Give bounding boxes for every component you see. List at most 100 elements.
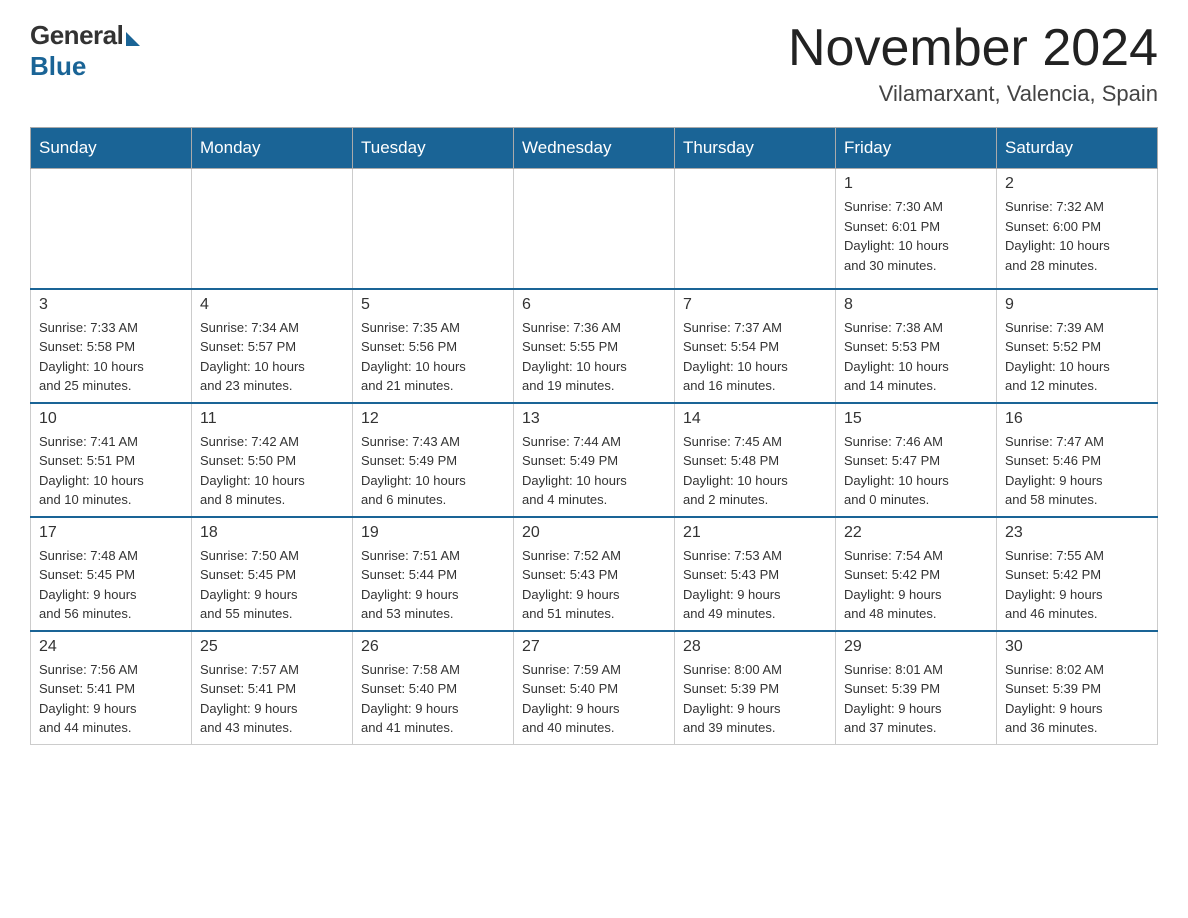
day-info: Sunrise: 7:43 AM Sunset: 5:49 PM Dayligh…	[361, 432, 505, 510]
calendar-cell	[31, 169, 192, 289]
calendar-cell: 5Sunrise: 7:35 AM Sunset: 5:56 PM Daylig…	[353, 289, 514, 403]
day-info: Sunrise: 7:36 AM Sunset: 5:55 PM Dayligh…	[522, 318, 666, 396]
day-info: Sunrise: 7:38 AM Sunset: 5:53 PM Dayligh…	[844, 318, 988, 396]
day-number: 22	[844, 524, 988, 542]
day-number: 11	[200, 410, 344, 428]
logo-general-text: General	[30, 20, 123, 51]
page-header: General Blue November 2024 Vilamarxant, …	[30, 20, 1158, 107]
day-info: Sunrise: 7:56 AM Sunset: 5:41 PM Dayligh…	[39, 660, 183, 738]
day-info: Sunrise: 7:34 AM Sunset: 5:57 PM Dayligh…	[200, 318, 344, 396]
calendar-cell: 12 Sunrise: 7:43 AM Sunset: 5:49 PM Dayli…	[353, 403, 514, 517]
weekday-header-friday: Friday	[836, 128, 997, 169]
day-number: 15	[844, 410, 988, 428]
day-number: 26	[361, 638, 505, 656]
day-number: 7	[683, 296, 827, 314]
day-info: Sunrise: 7:52 AM Sunset: 5:43 PM Dayligh…	[522, 546, 666, 624]
day-info: Sunrise: 7:30 AM Sunset: 6:01 PM Dayligh…	[844, 197, 988, 275]
calendar-cell: 22 Sunrise: 7:54 AM Sunset: 5:42 PM Dayli…	[836, 517, 997, 631]
calendar-cell: 20Sunrise: 7:52 AM Sunset: 5:43 PM Dayli…	[514, 517, 675, 631]
day-number: 16	[1005, 410, 1149, 428]
logo-triangle-icon	[126, 32, 140, 46]
day-number: 2	[1005, 175, 1149, 193]
calendar-cell: 1 Sunrise: 7:30 AM Sunset: 6:01 PM Daylig…	[836, 169, 997, 289]
calendar-cell: 27 Sunrise: 7:59 AM Sunset: 5:40 PM Dayli…	[514, 631, 675, 745]
calendar-cell: 29 Sunrise: 8:01 AM Sunset: 5:39 PM Dayli…	[836, 631, 997, 745]
calendar-cell: 21 Sunrise: 7:53 AM Sunset: 5:43 PM Dayli…	[675, 517, 836, 631]
weekday-header-row: SundayMondayTuesdayWednesdayThursdayFrid…	[31, 128, 1158, 169]
calendar-cell: 3 Sunrise: 7:33 AM Sunset: 5:58 PM Daylig…	[31, 289, 192, 403]
day-number: 1	[844, 175, 988, 193]
day-number: 27	[522, 638, 666, 656]
day-info: Sunrise: 7:32 AM Sunset: 6:00 PM Dayligh…	[1005, 197, 1149, 275]
day-info: Sunrise: 7:54 AM Sunset: 5:42 PM Dayligh…	[844, 546, 988, 624]
day-info: Sunrise: 7:42 AM Sunset: 5:50 PM Dayligh…	[200, 432, 344, 510]
calendar-cell: 18 Sunrise: 7:50 AM Sunset: 5:45 PM Dayli…	[192, 517, 353, 631]
day-number: 6	[522, 296, 666, 314]
weekday-header-tuesday: Tuesday	[353, 128, 514, 169]
weekday-header-sunday: Sunday	[31, 128, 192, 169]
day-info: Sunrise: 7:45 AM Sunset: 5:48 PM Dayligh…	[683, 432, 827, 510]
day-number: 9	[1005, 296, 1149, 314]
calendar-cell: 25 Sunrise: 7:57 AM Sunset: 5:41 PM Dayli…	[192, 631, 353, 745]
calendar-week-row: 1 Sunrise: 7:30 AM Sunset: 6:01 PM Daylig…	[31, 169, 1158, 289]
calendar-cell: 16Sunrise: 7:47 AM Sunset: 5:46 PM Dayli…	[997, 403, 1158, 517]
calendar-cell: 24 Sunrise: 7:56 AM Sunset: 5:41 PM Dayli…	[31, 631, 192, 745]
calendar-cell: 13Sunrise: 7:44 AM Sunset: 5:49 PM Dayli…	[514, 403, 675, 517]
calendar-table: SundayMondayTuesdayWednesdayThursdayFrid…	[30, 127, 1158, 745]
weekday-header-monday: Monday	[192, 128, 353, 169]
calendar-cell: 4Sunrise: 7:34 AM Sunset: 5:57 PM Daylig…	[192, 289, 353, 403]
day-info: Sunrise: 7:46 AM Sunset: 5:47 PM Dayligh…	[844, 432, 988, 510]
calendar-cell: 19 Sunrise: 7:51 AM Sunset: 5:44 PM Dayli…	[353, 517, 514, 631]
calendar-cell: 8Sunrise: 7:38 AM Sunset: 5:53 PM Daylig…	[836, 289, 997, 403]
day-number: 3	[39, 296, 183, 314]
calendar-cell: 6 Sunrise: 7:36 AM Sunset: 5:55 PM Daylig…	[514, 289, 675, 403]
calendar-cell: 9 Sunrise: 7:39 AM Sunset: 5:52 PM Daylig…	[997, 289, 1158, 403]
day-info: Sunrise: 7:51 AM Sunset: 5:44 PM Dayligh…	[361, 546, 505, 624]
calendar-week-row: 24 Sunrise: 7:56 AM Sunset: 5:41 PM Dayli…	[31, 631, 1158, 745]
day-info: Sunrise: 7:55 AM Sunset: 5:42 PM Dayligh…	[1005, 546, 1149, 624]
logo-blue-text: Blue	[30, 51, 86, 82]
day-info: Sunrise: 7:48 AM Sunset: 5:45 PM Dayligh…	[39, 546, 183, 624]
day-number: 14	[683, 410, 827, 428]
day-info: Sunrise: 7:50 AM Sunset: 5:45 PM Dayligh…	[200, 546, 344, 624]
weekday-header-saturday: Saturday	[997, 128, 1158, 169]
day-info: Sunrise: 7:33 AM Sunset: 5:58 PM Dayligh…	[39, 318, 183, 396]
calendar-cell: 14 Sunrise: 7:45 AM Sunset: 5:48 PM Dayli…	[675, 403, 836, 517]
day-info: Sunrise: 7:53 AM Sunset: 5:43 PM Dayligh…	[683, 546, 827, 624]
calendar-cell	[675, 169, 836, 289]
day-info: Sunrise: 7:39 AM Sunset: 5:52 PM Dayligh…	[1005, 318, 1149, 396]
calendar-week-row: 17 Sunrise: 7:48 AM Sunset: 5:45 PM Dayli…	[31, 517, 1158, 631]
day-number: 28	[683, 638, 827, 656]
day-info: Sunrise: 7:41 AM Sunset: 5:51 PM Dayligh…	[39, 432, 183, 510]
calendar-cell: 7 Sunrise: 7:37 AM Sunset: 5:54 PM Daylig…	[675, 289, 836, 403]
day-number: 30	[1005, 638, 1149, 656]
calendar-cell: 11 Sunrise: 7:42 AM Sunset: 5:50 PM Dayli…	[192, 403, 353, 517]
calendar-cell: 30 Sunrise: 8:02 AM Sunset: 5:39 PM Dayli…	[997, 631, 1158, 745]
day-number: 29	[844, 638, 988, 656]
day-info: Sunrise: 7:58 AM Sunset: 5:40 PM Dayligh…	[361, 660, 505, 738]
day-info: Sunrise: 8:01 AM Sunset: 5:39 PM Dayligh…	[844, 660, 988, 738]
day-info: Sunrise: 7:37 AM Sunset: 5:54 PM Dayligh…	[683, 318, 827, 396]
day-number: 10	[39, 410, 183, 428]
day-info: Sunrise: 7:44 AM Sunset: 5:49 PM Dayligh…	[522, 432, 666, 510]
day-number: 21	[683, 524, 827, 542]
weekday-header-thursday: Thursday	[675, 128, 836, 169]
day-info: Sunrise: 8:02 AM Sunset: 5:39 PM Dayligh…	[1005, 660, 1149, 738]
calendar-cell: 26 Sunrise: 7:58 AM Sunset: 5:40 PM Dayli…	[353, 631, 514, 745]
day-info: Sunrise: 7:59 AM Sunset: 5:40 PM Dayligh…	[522, 660, 666, 738]
location-title: Vilamarxant, Valencia, Spain	[788, 81, 1158, 107]
day-info: Sunrise: 7:57 AM Sunset: 5:41 PM Dayligh…	[200, 660, 344, 738]
calendar-cell: 17 Sunrise: 7:48 AM Sunset: 5:45 PM Dayli…	[31, 517, 192, 631]
calendar-cell: 2 Sunrise: 7:32 AM Sunset: 6:00 PM Daylig…	[997, 169, 1158, 289]
day-number: 18	[200, 524, 344, 542]
day-number: 25	[200, 638, 344, 656]
logo: General Blue	[30, 20, 140, 82]
day-number: 24	[39, 638, 183, 656]
calendar-week-row: 10 Sunrise: 7:41 AM Sunset: 5:51 PM Dayli…	[31, 403, 1158, 517]
title-section: November 2024 Vilamarxant, Valencia, Spa…	[788, 20, 1158, 107]
day-number: 12	[361, 410, 505, 428]
day-number: 23	[1005, 524, 1149, 542]
day-number: 17	[39, 524, 183, 542]
calendar-cell	[514, 169, 675, 289]
day-number: 19	[361, 524, 505, 542]
